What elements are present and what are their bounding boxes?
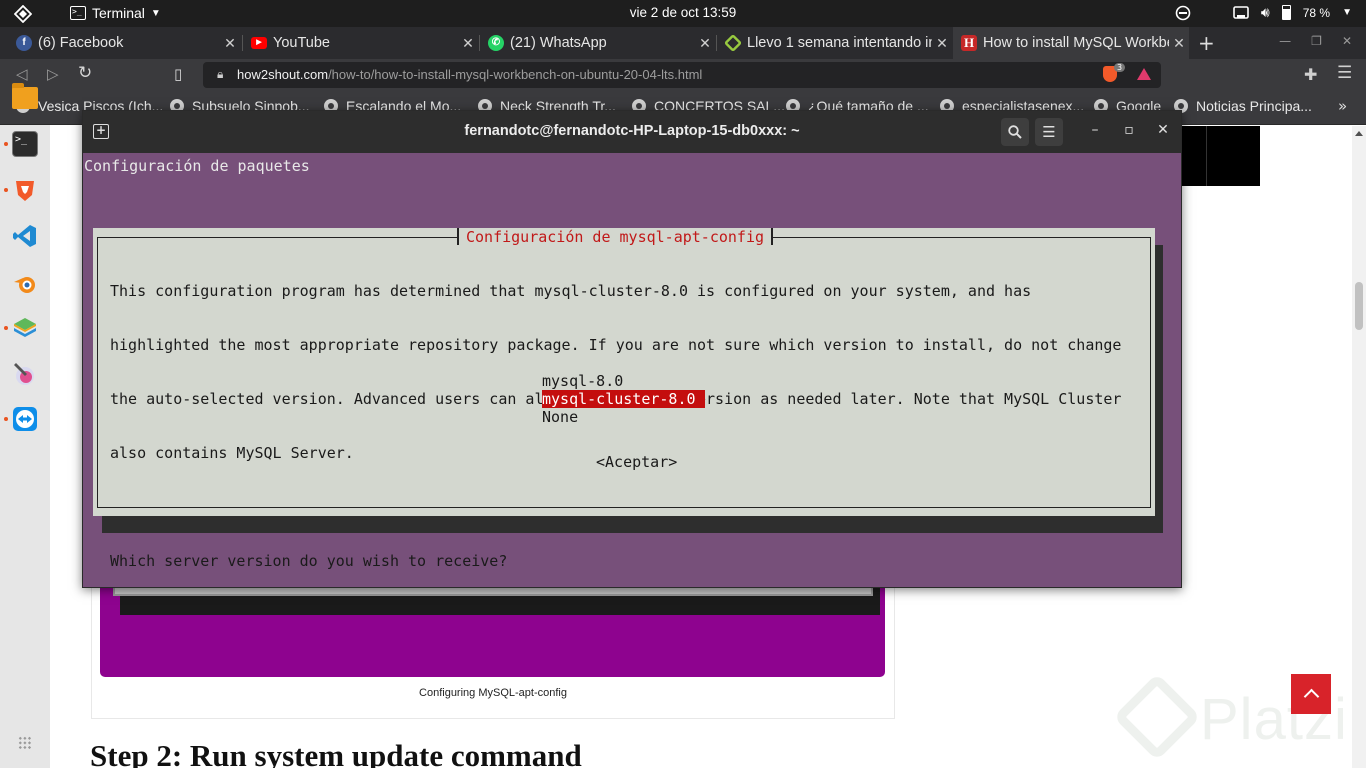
battery-icon[interactable]	[1281, 5, 1291, 20]
chevron-down-icon: ▼	[150, 7, 161, 19]
app-menu-label: Terminal	[92, 5, 145, 21]
page-header-block	[1180, 126, 1260, 186]
activities-icon[interactable]	[14, 5, 32, 23]
app-menu[interactable]: >_ Terminal ▼	[70, 5, 161, 21]
url-path: /how-to/how-to-install-mysql-workbench-o…	[328, 67, 703, 82]
new-tab-button[interactable]: +	[1198, 31, 1215, 55]
more-bookmarks-icon[interactable]: »	[1338, 97, 1347, 115]
show-applications-icon[interactable]	[18, 736, 32, 750]
paint-app-icon[interactable]	[12, 361, 38, 387]
layers-app-icon[interactable]	[12, 315, 38, 341]
terminal-titlebar[interactable]: + fernandotc@fernandotc-HP-Laptop-15-db0…	[83, 111, 1181, 153]
browser-toolbar: ◁ ▷ ↻ ▯ 🔒︎ how2shout.com/how-to/how-to-i…	[0, 59, 1366, 91]
clock[interactable]: vie 2 de oct 13:59	[630, 5, 737, 20]
tab-facebook[interactable]: f (6) Facebook ✕	[8, 27, 240, 59]
system-tray[interactable]: 🔊︎ 78 % ▼	[1175, 4, 1352, 21]
page-scrollbar[interactable]	[1352, 126, 1366, 768]
youtube-icon: ▶	[251, 37, 267, 49]
option-mysql-8[interactable]: mysql-8.0	[542, 372, 623, 390]
back-icon[interactable]: ◁	[16, 65, 28, 83]
battery-percentage: 78 %	[1302, 5, 1331, 20]
platzi-watermark-icon	[1113, 673, 1201, 761]
close-tab-icon[interactable]: ✕	[220, 35, 240, 52]
brave-browser-icon[interactable]	[12, 177, 38, 203]
dock: >_	[0, 125, 50, 768]
gnome-top-bar: >_ Terminal ▼ vie 2 de oct 13:59 🔊︎ 78 %…	[0, 0, 1366, 27]
volume-icon[interactable]: 🔊︎	[1261, 4, 1270, 21]
package-config-header: Configuración de paquetes	[84, 157, 310, 175]
whatsapp-icon: ✆	[488, 35, 504, 51]
minimize-icon[interactable]: –	[1085, 122, 1105, 138]
close-tab-icon[interactable]: ✕	[695, 35, 715, 52]
figure-caption: Configuring MySQL-apt-config	[419, 687, 567, 699]
close-tab-icon[interactable]: ✕	[1169, 35, 1189, 52]
tab-title: YouTube	[273, 35, 330, 51]
hamburger-menu-icon[interactable]: ☰	[1035, 118, 1063, 146]
extensions-icon[interactable]: ✚	[1304, 65, 1317, 84]
shield-count-badge: 3	[1114, 63, 1126, 72]
url-bar[interactable]: 🔒︎ how2shout.com/how-to/how-to-install-m…	[203, 62, 1161, 88]
debconf-dialog: Configuración de mysql-apt-config This c…	[93, 228, 1155, 570]
tab-title: How to install MySQL Workbench	[983, 35, 1169, 51]
lock-icon: 🔒︎	[217, 67, 224, 81]
forward-icon[interactable]: ▷	[47, 65, 59, 83]
tab-title: Llevo 1 semana intentando inst	[747, 35, 932, 51]
tab-youtube[interactable]: ▶ YouTube ✕	[243, 27, 478, 59]
bookmark-icon[interactable]: ▯	[174, 65, 182, 83]
scroll-to-top-button[interactable]	[1291, 674, 1331, 714]
teamviewer-icon[interactable]	[12, 406, 38, 432]
tab-whatsapp[interactable]: ✆ (21) WhatsApp ✕	[480, 27, 715, 59]
close-icon[interactable]: ✕	[1342, 34, 1352, 48]
tab-platzi[interactable]: Llevo 1 semana intentando inst ✕	[717, 27, 952, 59]
close-icon[interactable]: ✕	[1153, 122, 1173, 138]
tab-how2shout[interactable]: H How to install MySQL Workbench ✕	[953, 27, 1189, 59]
network-icon[interactable]	[1233, 5, 1249, 20]
brave-rewards-icon[interactable]	[1137, 68, 1151, 80]
reload-icon[interactable]: ↻	[78, 63, 92, 83]
h2s-icon: H	[961, 35, 977, 51]
tab-title: (6) Facebook	[38, 35, 124, 51]
accept-button[interactable]: <Aceptar>	[596, 453, 677, 471]
article-heading: Step 2: Run system update command	[90, 738, 582, 768]
facebook-icon: f	[16, 35, 32, 51]
maximize-icon[interactable]: ▫	[1119, 122, 1139, 138]
dialog-question: Which server version do you wish to rece…	[110, 552, 508, 570]
dialog-title: Configuración de mysql-apt-config	[457, 228, 774, 246]
bookmark-item[interactable]: Noticias Principa...	[1174, 98, 1312, 114]
dialog-body: This configuration program has determine…	[110, 246, 1121, 606]
browser-tab-strip: f (6) Facebook ✕ ▶ YouTube ✕ ✆ (21) What…	[0, 27, 1366, 59]
folder-icon[interactable]	[12, 83, 38, 109]
menu-icon[interactable]: ☰	[1337, 63, 1352, 83]
bookmark-label: Noticias Principa...	[1196, 98, 1312, 114]
vscode-icon[interactable]	[12, 223, 38, 249]
url-text[interactable]: how2shout.com/how-to/how-to-install-mysq…	[237, 67, 702, 82]
restore-icon[interactable]: ❐	[1311, 34, 1322, 48]
close-tab-icon[interactable]: ✕	[932, 35, 952, 52]
blender-icon[interactable]	[12, 270, 38, 296]
new-terminal-tab-icon[interactable]: +	[93, 124, 109, 139]
terminal-icon[interactable]: >_	[12, 131, 38, 157]
scrollbar-thumb[interactable]	[1355, 282, 1363, 330]
url-host: how2shout.com	[237, 67, 329, 82]
terminal-app-icon: >_	[70, 6, 86, 20]
close-tab-icon[interactable]: ✕	[458, 35, 478, 52]
option-mysql-cluster-8[interactable]: mysql-cluster-8.0	[542, 390, 705, 408]
search-icon[interactable]	[1001, 118, 1029, 146]
do-not-disturb-icon[interactable]	[1175, 5, 1191, 21]
minimize-icon[interactable]: —	[1279, 34, 1291, 48]
scroll-up-icon[interactable]	[1355, 131, 1363, 136]
tab-title: (21) WhatsApp	[510, 35, 607, 51]
platzi-icon	[723, 33, 743, 53]
option-none[interactable]: None	[542, 408, 578, 426]
terminal-window[interactable]: + fernandotc@fernandotc-HP-Laptop-15-db0…	[82, 110, 1182, 588]
dialog-text-line: highlighted the most appropriate reposit…	[110, 336, 1122, 354]
system-menu-chevron-icon[interactable]: ▼	[1342, 7, 1352, 18]
dialog-text-line: This configuration program has determine…	[110, 282, 1032, 300]
